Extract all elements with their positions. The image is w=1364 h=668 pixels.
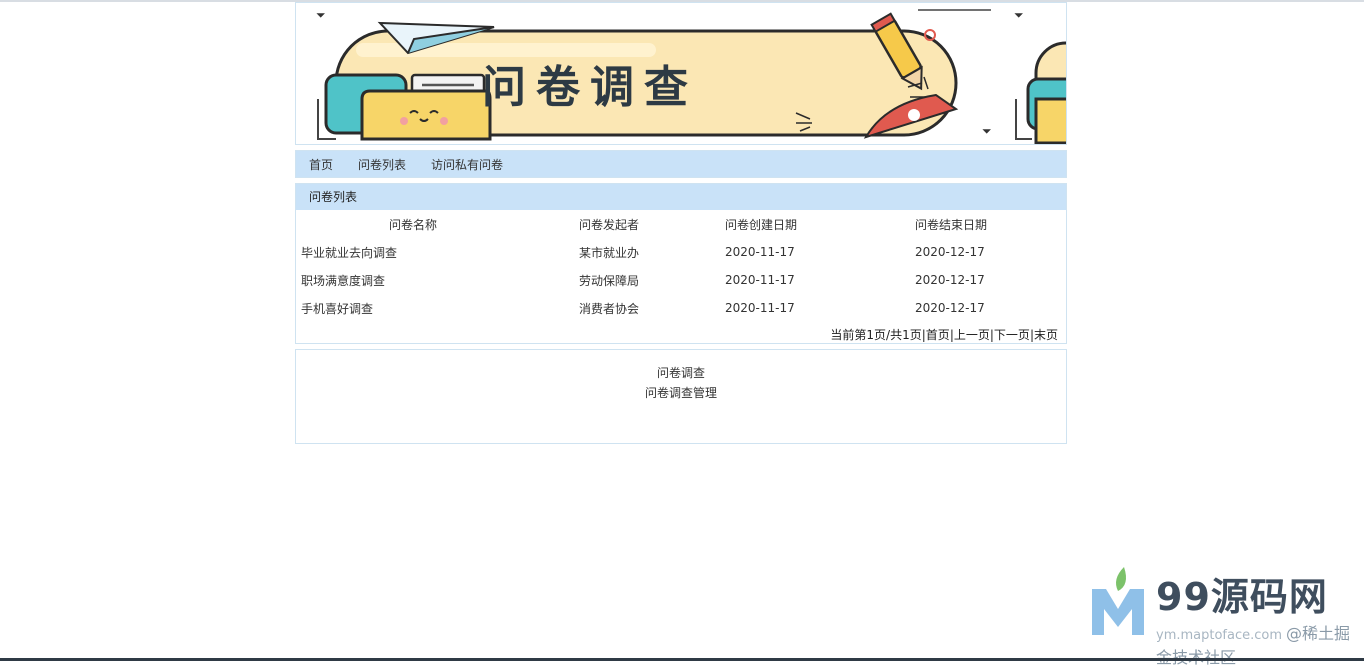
survey-end-date: 2020-12-17 xyxy=(915,273,985,287)
footer-subtitle: 问卷调查管理 xyxy=(644,386,717,400)
nav-item-home[interactable]: 首页 xyxy=(309,156,333,173)
column-header-org: 问卷发起者 xyxy=(579,217,640,232)
svg-text:⏷: ⏷ xyxy=(981,124,992,138)
watermark-url: ym.maptoface.com xyxy=(1156,628,1283,643)
survey-start-date: 2020-11-17 xyxy=(725,301,795,315)
survey-table: 问卷名称 问卷发起者 问卷创建日期 问卷结束日期 毕业就业去向调查 某市就业办 … xyxy=(300,210,1062,322)
svg-text:⏷: ⏷ xyxy=(1013,8,1024,22)
svg-text:⏷: ⏷ xyxy=(315,8,326,22)
banner: ⏷ ⏷ ⏷ 问卷调查 xyxy=(295,2,1067,145)
survey-list-panel: 问卷列表 问卷名称 问卷发起者 问卷创建日期 问卷结束日期 毕业就业去向调查 某… xyxy=(295,183,1067,344)
pager-status: 当前第1页/共1页 xyxy=(830,328,922,342)
table-row: 手机喜好调查 消费者协会 2020-11-17 2020-12-17 xyxy=(300,294,1062,322)
survey-start-date: 2020-11-17 xyxy=(725,245,795,259)
survey-end-date: 2020-12-17 xyxy=(915,245,985,259)
survey-start-date: 2020-11-17 xyxy=(725,273,795,287)
pagination: 当前第1页/共1页|首页|上一页|下一页|末页 xyxy=(296,322,1066,348)
survey-org: 某市就业办 xyxy=(579,245,640,260)
pager-first-link[interactable]: 首页 xyxy=(926,328,950,342)
survey-org: 消费者协会 xyxy=(579,301,640,316)
nav-bar: 首页 问卷列表 访问私有问卷 xyxy=(295,150,1067,178)
pager-last-link[interactable]: 末页 xyxy=(1034,328,1058,342)
column-header-end: 问卷结束日期 xyxy=(915,217,988,232)
pager-next-link[interactable]: 下一页 xyxy=(994,328,1030,342)
footer: 问卷调查 问卷调查管理 xyxy=(295,349,1067,444)
nav-item-survey-list[interactable]: 问卷列表 xyxy=(358,156,406,173)
table-row: 毕业就业去向调查 某市就业办 2020-11-17 2020-12-17 xyxy=(300,238,1062,266)
survey-name-link[interactable]: 毕业就业去向调查 xyxy=(300,238,525,266)
panel-title: 问卷列表 xyxy=(296,184,1066,210)
watermark-brand: 99源码网 xyxy=(1156,575,1328,619)
survey-end-date: 2020-12-17 xyxy=(915,301,985,315)
column-header-name: 问卷名称 xyxy=(388,217,437,232)
survey-org: 劳动保障局 xyxy=(579,273,640,288)
footer-title: 问卷调查 xyxy=(656,366,705,380)
watermark-logo-icon xyxy=(1092,567,1144,635)
survey-name-link[interactable]: 手机喜好调查 xyxy=(300,294,525,322)
page-container: ⏷ ⏷ ⏷ 问卷调查 首页 问卷列表 访问私有问卷 问卷列表 问卷名称 问卷发起… xyxy=(295,2,1067,444)
survey-name-link[interactable]: 职场满意度调查 xyxy=(300,266,525,294)
table-header-row: 问卷名称 问卷发起者 问卷创建日期 问卷结束日期 xyxy=(300,210,1062,238)
table-row: 职场满意度调查 劳动保障局 2020-11-17 2020-12-17 xyxy=(300,266,1062,294)
column-header-start: 问卷创建日期 xyxy=(725,217,798,232)
nav-item-private-survey[interactable]: 访问私有问卷 xyxy=(431,156,503,173)
pager-prev-link[interactable]: 上一页 xyxy=(954,328,990,342)
banner-title: 问卷调查 xyxy=(482,62,698,113)
